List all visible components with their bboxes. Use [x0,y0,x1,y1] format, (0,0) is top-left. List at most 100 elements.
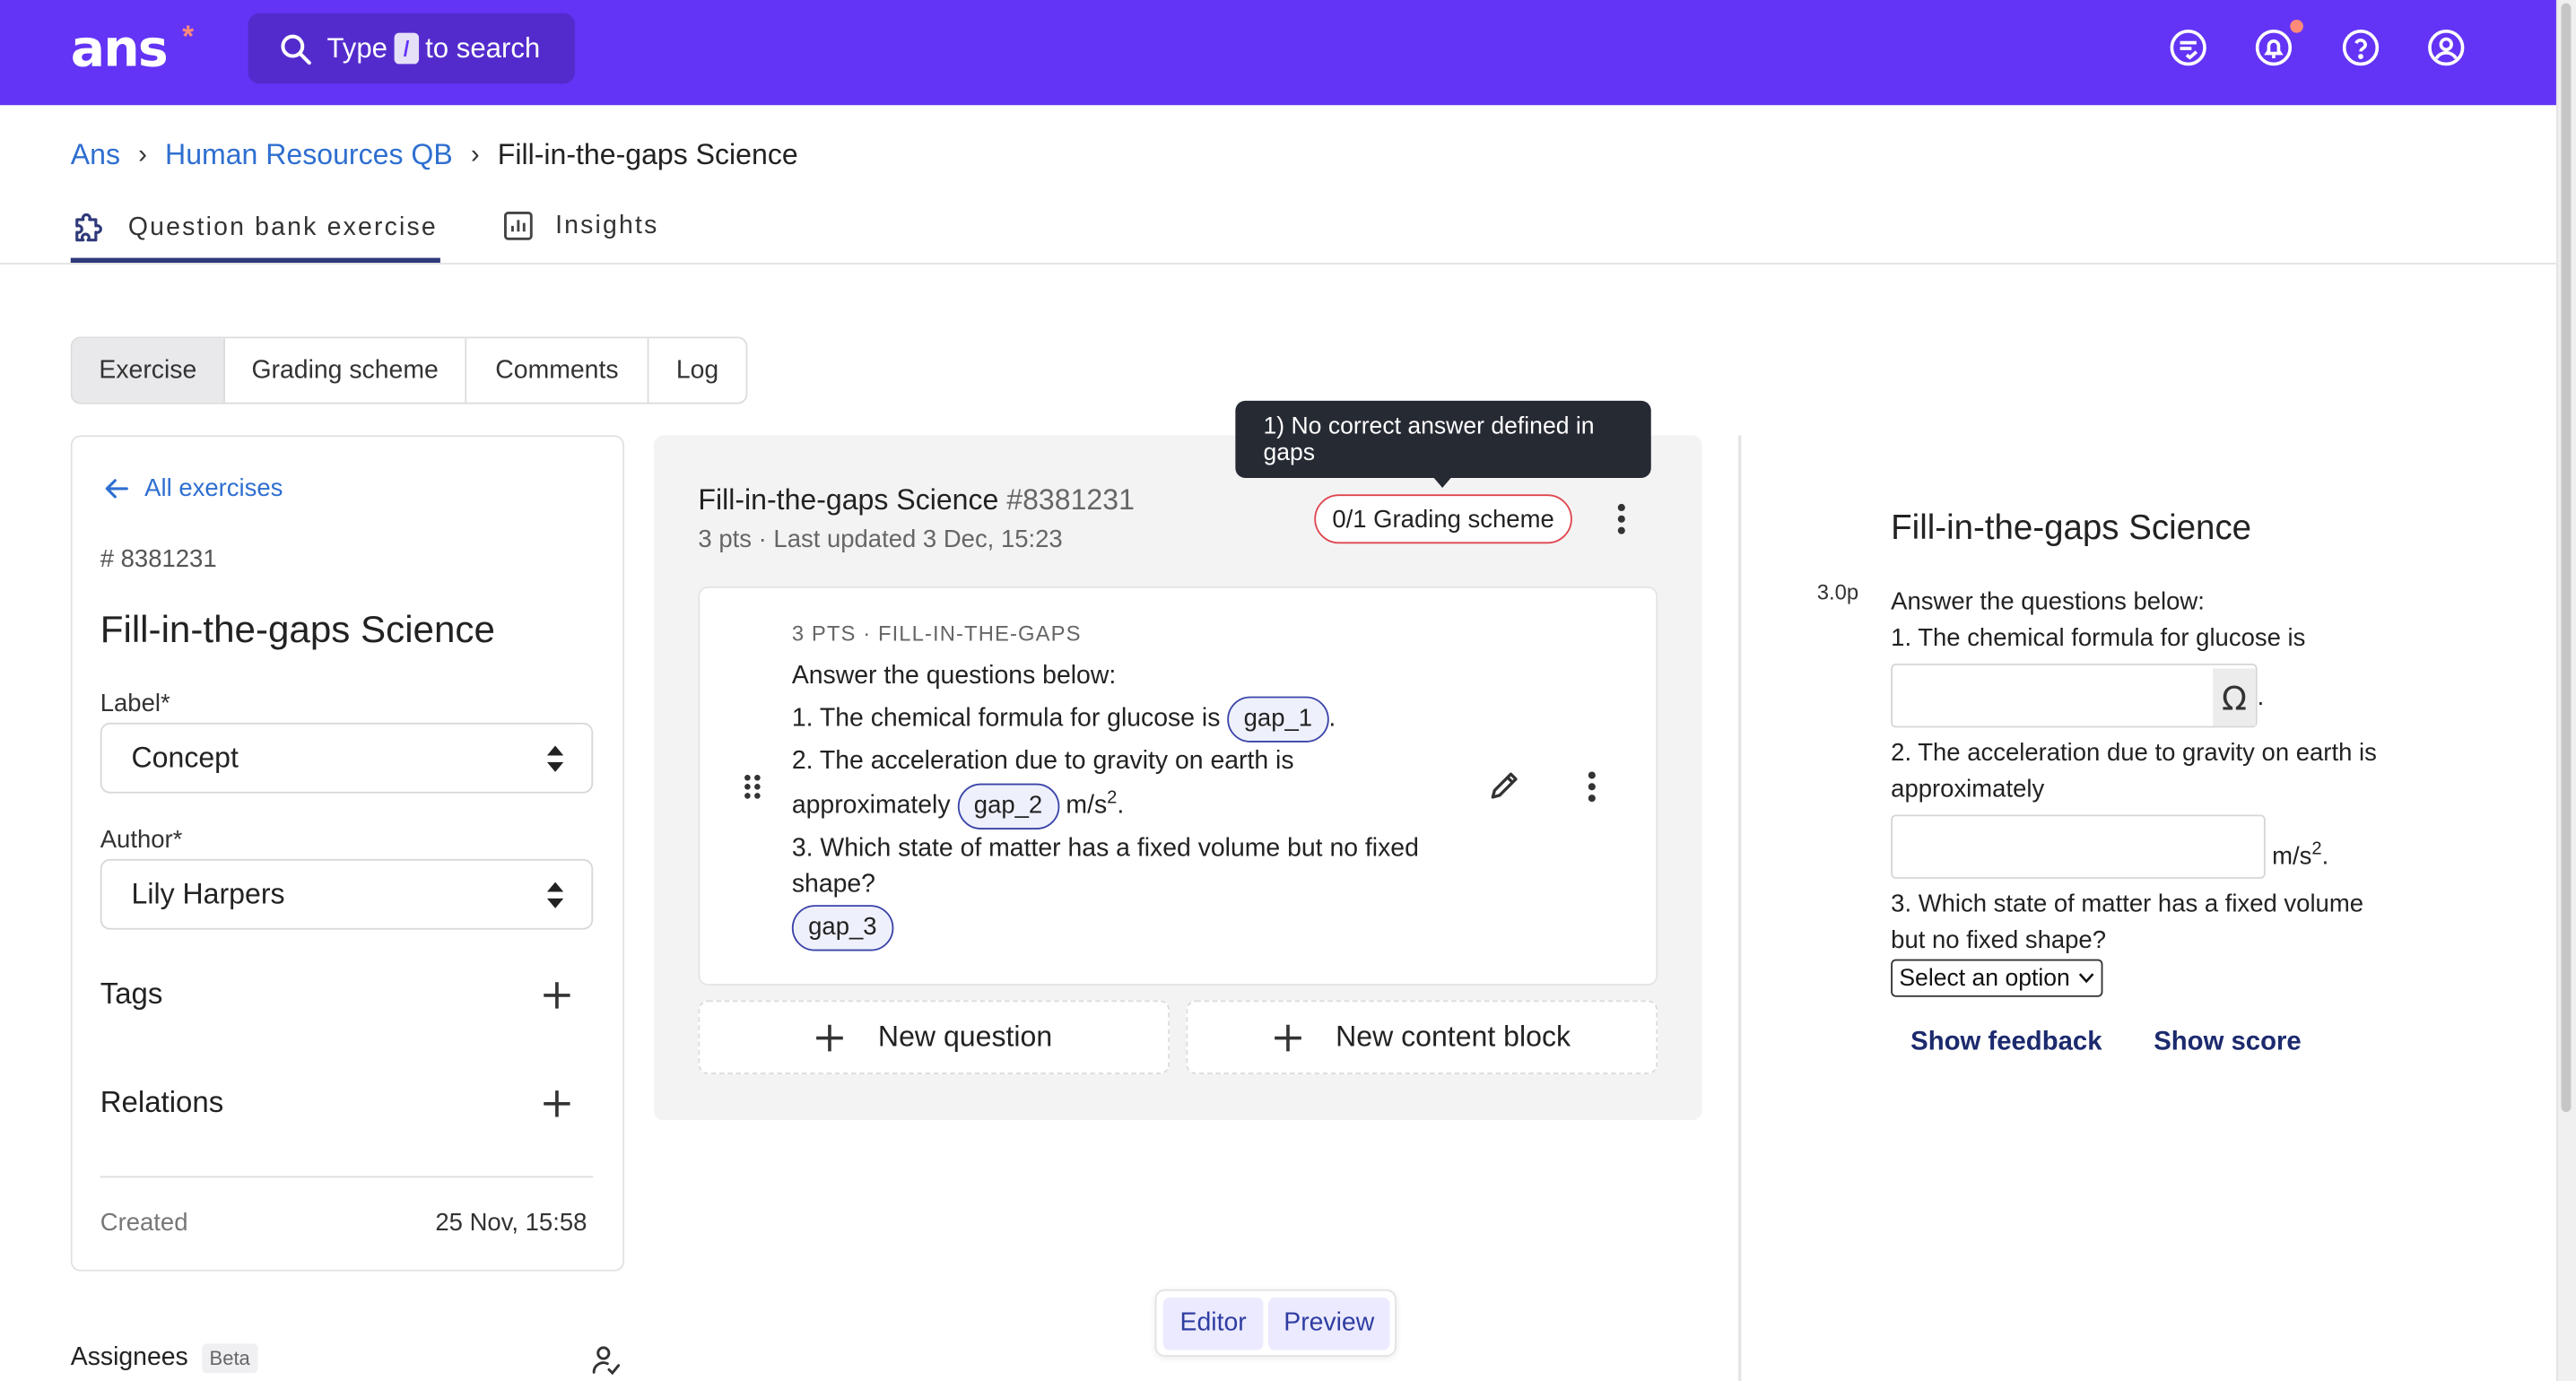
top-bar: ans * Type / to search [0,0,2556,106]
editor-title-text: Fill-in-the-gaps Science [698,482,999,517]
assignees-heading: Assignees Beta [70,1343,258,1374]
breadcrumb-current: Fill-in-the-gaps Science [497,137,798,171]
tab-insights[interactable]: Insights [501,209,659,243]
editor-exercise-number: #8381231 [1006,482,1135,517]
new-question-label: New question [877,1020,1053,1054]
account-icon[interactable] [2426,28,2466,67]
bell-icon[interactable] [2254,28,2293,67]
author-select[interactable]: Lily Harpers [100,858,594,930]
question-3-line-b: shape? [791,870,875,899]
sort-arrows-icon [546,745,564,772]
search-prefix: Type [326,31,388,64]
tab-grading-scheme[interactable]: Grading scheme [225,338,467,403]
question-intro: Answer the questions below: [791,662,1117,690]
new-content-block-button[interactable]: New content block [1186,1000,1658,1074]
tags-heading: Tags [100,977,163,1011]
scrollbar-thumb[interactable] [2561,3,2572,1112]
question-line-3: gap_3 [791,905,893,951]
tab-comments[interactable]: Comments [466,338,649,403]
question-line-2: approximately gap_2 m/s2. [792,783,1124,829]
plus-icon [1275,1023,1301,1051]
breadcrumb: Ans › Human Resources QB › Fill-in-the-g… [71,138,798,172]
tab-insights-label: Insights [555,211,659,239]
relations-heading: Relations [100,1085,224,1119]
question-2-line-a: 2. The acceleration due to gravity on ea… [791,747,1294,776]
question-meta: 3 PTS · FILL-IN-THE-GAPS [791,621,1082,646]
logo-star: * [182,19,195,53]
grading-tooltip: 1) No correct answer defined in gaps [1235,400,1651,478]
exercise-title: Fill-in-the-gaps Science [100,607,495,651]
drag-handle-icon[interactable] [743,774,762,800]
assignees-label: Assignees [70,1343,188,1372]
question-3-line-a: 3. Which state of matter has a fixed vol… [791,834,1419,863]
arrow-left-icon [105,479,128,499]
plus-icon [816,1023,844,1051]
sort-arrows-icon [546,882,564,908]
search-button[interactable]: Type / to search [248,13,576,84]
more-options-icon[interactable] [1616,502,1626,535]
unit-exponent: 2 [1107,787,1118,808]
notification-dot [2290,19,2303,33]
chevron-right-icon: › [470,140,480,169]
gap-chip-3[interactable]: gap_3 [791,905,893,951]
preview-gap-2-input[interactable] [1891,814,2266,879]
chat-icon[interactable] [2169,28,2208,67]
all-exercises-link[interactable]: All exercises [103,474,283,502]
period: . [2257,682,2265,712]
editor-preview-toggle: Editor Preview [1154,1289,1397,1357]
add-tag-icon[interactable] [541,979,574,1012]
breadcrumb-ans[interactable]: Ans [71,138,120,172]
breadcrumb-question-bank[interactable]: Human Resources QB [165,138,453,172]
editor-title: Fill-in-the-gaps Science #8381231 [698,482,1134,517]
author-field-label: Author* [100,826,183,855]
label-field-label: Label* [100,690,170,718]
preview-question-1: 1. The chemical formula for glucose is [1891,624,2306,653]
created-label: Created [100,1209,188,1238]
search-shortcut-key: / [394,32,419,65]
chart-icon [504,211,533,240]
search-suffix: to search [425,31,541,64]
unit-label: m/s [1066,791,1108,820]
divider [100,1176,594,1178]
preview-question-3-line-a: 3. Which state of matter has a fixed vol… [1891,890,2364,918]
assign-user-icon[interactable] [590,1343,623,1377]
search-icon [281,33,311,65]
add-relation-icon[interactable] [541,1088,574,1121]
editor-toggle-button[interactable]: Editor [1162,1297,1264,1351]
exercise-tabs: Exercise Grading scheme Comments Log [70,336,748,404]
gap-chip-1[interactable]: gap_1 [1227,696,1329,743]
tab-question-bank-exercise-label: Question bank exercise [127,213,438,241]
show-score-button[interactable]: Show score [2154,1029,2302,1058]
question-line-1: 1. The chemical formula for glucose is g… [791,696,1336,743]
preview-question-2-line-b: approximately [1891,775,2045,803]
preview-select-value: Select an option [1899,965,2070,992]
tab-exercise[interactable]: Exercise [72,338,225,403]
header-divider [0,263,2556,265]
app-logo[interactable]: ans [71,20,169,79]
question-1-text: 1. The chemical formula for glucose is [791,704,1221,733]
preview-unit-label: m/s [2272,842,2312,871]
editor-subtitle: 3 pts · Last updated 3 Dec, 15:23 [698,525,1063,554]
preview-toggle-button[interactable]: Preview [1267,1297,1390,1351]
preview-title: Fill-in-the-gaps Science [1891,508,2252,547]
tab-log[interactable]: Log [648,338,745,402]
special-character-button[interactable]: Ω [2213,668,2256,726]
gap-chip-2[interactable]: gap_2 [957,783,1059,829]
preview-gap-3-select[interactable]: Select an option [1891,959,2103,997]
author-select-value: Lily Harpers [131,877,285,910]
new-content-block-label: New content block [1336,1020,1571,1054]
label-select[interactable]: Concept [100,722,594,794]
panel-divider [1737,435,1742,1381]
edit-pencil-icon[interactable] [1487,767,1523,803]
preview-gap-1-input[interactable] [1891,663,2258,728]
chevron-right-icon: › [138,140,147,169]
grading-scheme-status-button[interactable]: 0/1 Grading scheme [1314,494,1572,544]
new-question-button[interactable]: New question [698,1000,1171,1074]
question-more-options-icon[interactable] [1587,770,1597,803]
beta-badge: Beta [201,1343,258,1374]
period: . [1328,704,1336,733]
tab-question-bank-exercise[interactable]: Question bank exercise [71,209,438,247]
show-feedback-button[interactable]: Show feedback [1910,1029,2102,1058]
help-icon[interactable] [2341,28,2380,67]
period: . [2321,842,2329,871]
